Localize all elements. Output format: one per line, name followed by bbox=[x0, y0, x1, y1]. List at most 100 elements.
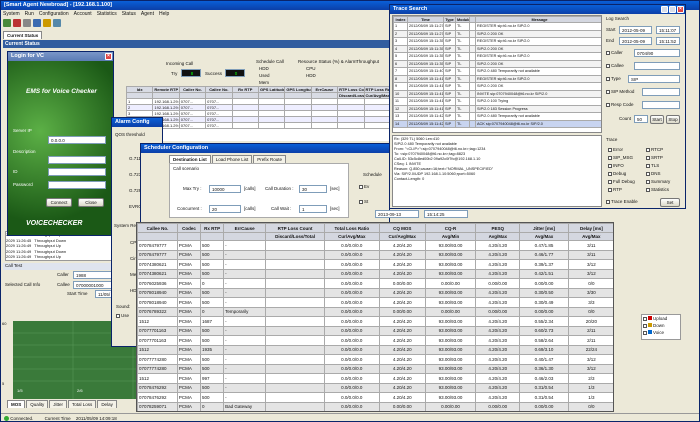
table-row[interactable]: 9 2012/05/09 15:11:41 SIP TL SIP/2.0 200 OK bbox=[393, 82, 601, 91]
scheduler-title-bar[interactable]: Scheduler Configuration bbox=[141, 144, 389, 153]
calls-col-header[interactable]: Total Loss Ratio bbox=[323, 223, 380, 233]
table-row[interactable]: 2 2012/05/09 15:11:27 SIP TL SIP/2.0 200 OK bbox=[393, 29, 601, 38]
table-row[interactable]: 10 2012/05/09 15:11:41 SIP TL INVITE sip:070… bbox=[393, 89, 601, 98]
schedule-time-picker[interactable]: 15:14:25 bbox=[424, 210, 468, 218]
list-item[interactable]: 2029 11:26:49 Throughput Up bbox=[6, 254, 116, 260]
table-row[interactable]: 5 2012/05/09 15:11:35 SIP TL REGISTER sip:t6… bbox=[393, 52, 601, 61]
trace-check-full-debug[interactable]: Full Debug bbox=[608, 179, 635, 184]
caller-checkbox[interactable]: Caller bbox=[606, 50, 623, 55]
trace-check-dns[interactable]: DNS bbox=[646, 171, 661, 176]
calls-col-header[interactable]: PESQ bbox=[475, 223, 521, 233]
start-date-field[interactable]: 2012-05-09 bbox=[619, 26, 652, 34]
table-row[interactable]: 07078476292 PCMA 500-0.0/0.0/0.0 4.20/4.20 9… bbox=[137, 382, 613, 393]
trace-check-srtp[interactable]: SRTP bbox=[646, 155, 663, 160]
calls-col-header[interactable]: RTP Loss Count bbox=[265, 223, 325, 233]
status-col-header[interactable]: Remote RTP bbox=[152, 86, 180, 93]
start-time-field[interactable]: 15:11:07 bbox=[656, 26, 680, 34]
end-date-field[interactable]: 2012-05-09 bbox=[619, 37, 652, 45]
table-row[interactable]: 07076789322 PCMA 0 Temporarily 0.0/0.0/0.0 0.… bbox=[137, 306, 613, 317]
menu-agent[interactable]: Agent bbox=[141, 11, 154, 17]
menu-configuration[interactable]: Configuration bbox=[39, 11, 69, 17]
table-row[interactable]: 07076025936 PCMA 0-0.0/0.0/0.0 0.00/0.00 0.0… bbox=[137, 278, 613, 289]
trace-check-rtcp[interactable]: RTCP bbox=[646, 147, 663, 152]
schedule-date-picker[interactable]: 2013-09-13 bbox=[375, 210, 419, 218]
tab-current-status[interactable]: Current Status bbox=[3, 31, 43, 39]
calls-col-header[interactable]: Delay [ms] bbox=[567, 223, 613, 233]
calls-col-header[interactable]: Jitter [ms] bbox=[519, 223, 569, 233]
calls-col-header[interactable]: Callee No. bbox=[137, 223, 178, 233]
trace-check-sip-msg[interactable]: SIP_MSG bbox=[608, 155, 633, 160]
config-icon[interactable] bbox=[23, 19, 31, 27]
trace-icon[interactable] bbox=[43, 19, 51, 27]
trace-check-info[interactable]: INFO bbox=[608, 163, 624, 168]
table-row[interactable]: 07078479777 PCMA 500-0.0/0.0/0.0 4.20/4.20 9… bbox=[137, 249, 613, 260]
table-row[interactable]: 3 2012/05/09 15:11:35 SIP TL REGISTER sip:t6… bbox=[393, 37, 601, 46]
type-select[interactable]: SIP bbox=[628, 75, 680, 83]
ev-checkbox[interactable]: Ev bbox=[359, 184, 369, 189]
trace-callee-field[interactable] bbox=[634, 62, 680, 70]
server-ip-field[interactable]: 0.0.0.0 bbox=[48, 136, 106, 144]
password-field[interactable] bbox=[48, 181, 106, 189]
legend-item[interactable]: Upload bbox=[643, 316, 679, 323]
sip-method-checkbox[interactable]: SIP Method bbox=[606, 89, 634, 94]
count-field[interactable]: 50 bbox=[634, 115, 648, 123]
trace-close-icon[interactable]: × bbox=[677, 6, 684, 13]
menu-run[interactable]: Run bbox=[25, 11, 34, 17]
use-checkbox[interactable]: Use bbox=[116, 313, 129, 318]
trace-title-bar[interactable]: Trace Search × bbox=[390, 5, 685, 14]
table-row[interactable]: 07078476292 PCMA 500-0.0/0.0/0.0 4.20/4.20 9… bbox=[137, 392, 613, 403]
max-try-field[interactable]: 10000 bbox=[209, 185, 241, 193]
connect-button[interactable]: Connect bbox=[46, 198, 72, 207]
table-row[interactable]: 07074380621 PCMA 500-0.0/0.0/0.0 4.20/4.20 9… bbox=[137, 268, 613, 279]
calls-col-header[interactable]: CQ MOS bbox=[378, 223, 426, 233]
help-icon[interactable] bbox=[53, 19, 61, 27]
table-row[interactable]: 07077774280 PCMA 500-0.0/0.0/0.0 4.20/4.20 9… bbox=[137, 354, 613, 365]
table-row[interactable]: 12 2012/05/09 15:11:41 SIP TL SIP/2.0 183 Se… bbox=[393, 104, 601, 113]
tab-delay[interactable]: Delay bbox=[97, 400, 117, 408]
table-row[interactable]: 07078259071 PCMA 0 Bad Gateway 0.0/0.0/0.0 0.… bbox=[137, 401, 613, 411]
table-row[interactable]: 1 2012/05/09 15:11:27 SIP TL REGISTER sip:t6… bbox=[393, 22, 601, 31]
calls-col-header[interactable]: Rx RTP bbox=[200, 223, 225, 233]
menu-account[interactable]: Account bbox=[74, 11, 92, 17]
tab-prefix-route[interactable]: Prefix Route bbox=[253, 155, 287, 163]
tab-quality[interactable]: Quality bbox=[26, 400, 49, 408]
connect-icon[interactable] bbox=[3, 19, 11, 27]
calls-col-header[interactable]: ErrCause bbox=[223, 223, 267, 233]
table-row[interactable]: 07077774280 PCMA 500-0.0/0.0/0.0 4.20/4.20 9… bbox=[137, 363, 613, 374]
wait-field[interactable]: 1 bbox=[299, 205, 327, 213]
sip-method-select[interactable] bbox=[642, 88, 680, 96]
tab-destination-list[interactable]: Destination List bbox=[169, 155, 211, 163]
resp-code-select[interactable] bbox=[642, 101, 680, 109]
chart-icon[interactable] bbox=[33, 19, 41, 27]
login-close-icon[interactable]: × bbox=[105, 53, 112, 60]
table-row[interactable]: 4 2012/05/09 15:11:35 SIP TL SIP/2.0 200 OK bbox=[393, 44, 601, 53]
status-col-header[interactable]: Caller No. bbox=[178, 86, 207, 93]
table-row[interactable]: 07074380621 PCMA 500-0.0/0.0/0.0 4.20/4.20 9… bbox=[137, 259, 613, 270]
table-row[interactable]: 14 2012/05/09 15:11:42 SIP TL ACK sip:070794… bbox=[393, 119, 601, 128]
table-row[interactable]: 1512 PCMA 1935-0.0/0.0/0.0 4.20/4.20 93.00/9… bbox=[137, 344, 613, 355]
table-row[interactable]: 8 2012/05/09 15:11:41 SIP TL REGISTER sip:t6… bbox=[393, 74, 601, 83]
menu-status[interactable]: Status bbox=[122, 11, 136, 17]
tab-mos[interactable]: MOS bbox=[7, 400, 26, 408]
table-row[interactable]: 1512 PCMA 997-0.0/0.0/0.0 4.20/4.20 93.00/93… bbox=[137, 373, 613, 384]
tab-load-phone-list[interactable]: Load Phone List bbox=[211, 155, 253, 163]
status-col-header[interactable]: RTP Loss Ratio bbox=[363, 86, 391, 93]
table-row[interactable]: 6 2012/05/09 15:11:35 SIP TL SIP/2.0 200 OK bbox=[393, 59, 601, 68]
status-col-header[interactable]: GPS Latitude bbox=[257, 86, 286, 93]
id-field[interactable] bbox=[48, 168, 106, 176]
table-row[interactable]: 07077701163 PCMA 500-0.0/0.0/0.0 4.20/4.20 9… bbox=[137, 325, 613, 336]
concurrent-field[interactable]: 20 bbox=[209, 205, 241, 213]
trace-check-tls[interactable]: TLS bbox=[646, 163, 659, 168]
trace-check-summary[interactable]: Summary bbox=[646, 179, 670, 184]
trace-max-icon[interactable] bbox=[669, 6, 676, 13]
type-checkbox[interactable]: Type bbox=[606, 76, 621, 81]
disconnect-icon[interactable] bbox=[13, 19, 21, 27]
close-button[interactable]: Close bbox=[78, 198, 104, 207]
trace-check-rtp[interactable]: RTP bbox=[608, 187, 622, 192]
table-row[interactable]: 11 2012/05/09 15:11:41 SIP TL SIP/2.0 100 Tr… bbox=[393, 97, 601, 106]
tab-total-loss[interactable]: Total Loss bbox=[68, 400, 97, 408]
calls-col-header[interactable]: CQ-R bbox=[424, 223, 477, 233]
trace-check-statistics[interactable]: Statistics bbox=[646, 187, 669, 192]
table-row[interactable]: 07078018940 PCMA 500-0.0/0.0/0.0 4.20/4.20 9… bbox=[137, 297, 613, 308]
table-row[interactable]: 7 2012/05/09 15:11:40 SIP TL SIP/2.0 480 Tem… bbox=[393, 67, 601, 76]
